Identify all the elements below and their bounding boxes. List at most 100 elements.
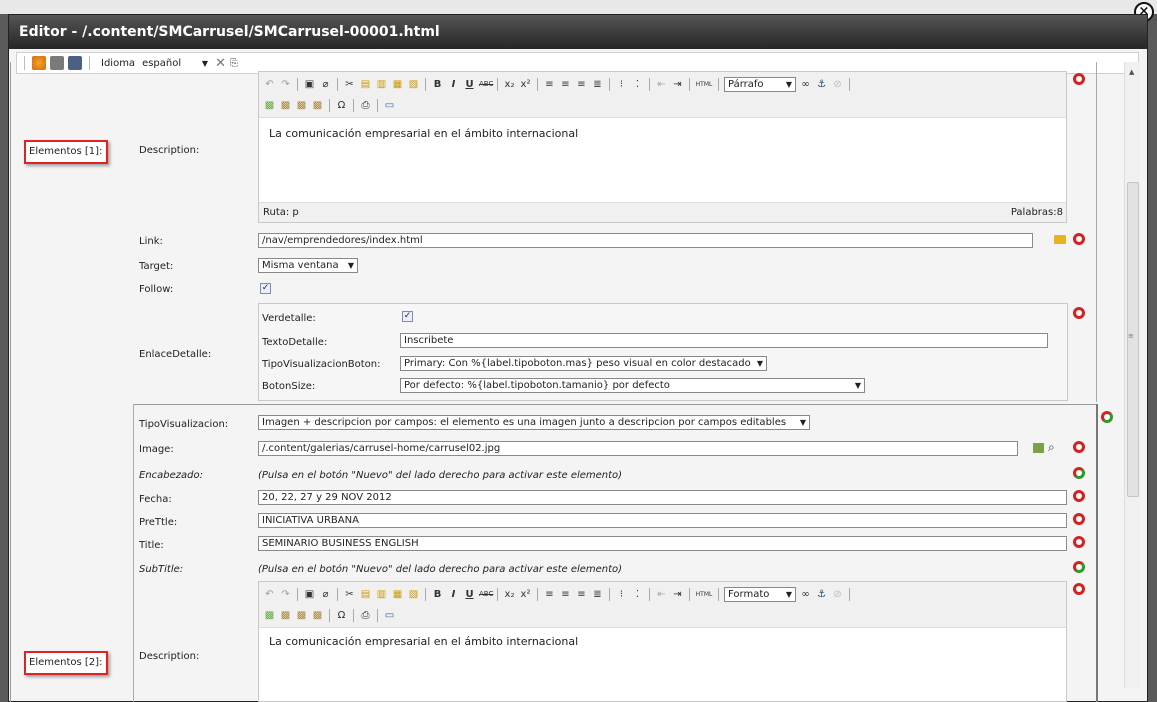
paste-word-icon[interactable]: ▧ <box>407 588 420 601</box>
image-icon[interactable]: ▩ <box>263 609 276 622</box>
link-icon[interactable]: ∞ <box>799 78 812 91</box>
gallery-icon[interactable]: ▩ <box>279 99 292 112</box>
encabezado-add-icon[interactable] <box>1073 467 1085 479</box>
table-gallery-icon[interactable]: ▩ <box>311 99 324 112</box>
select-all-icon[interactable]: ▣ <box>303 588 316 601</box>
align-left-icon[interactable]: ≡ <box>543 78 556 91</box>
outdent-icon[interactable]: ⇤ <box>655 588 668 601</box>
strikethrough-icon[interactable]: ABC <box>479 588 493 601</box>
image-input[interactable]: /.content/galerias/carrusel-home/carruse… <box>258 441 1018 456</box>
html-source-icon[interactable]: HTML <box>695 588 713 601</box>
image-icon[interactable]: ▩ <box>263 99 276 112</box>
image-remove-icon[interactable] <box>1073 441 1085 453</box>
align-right-icon[interactable]: ≡ <box>575 78 588 91</box>
align-justify-icon[interactable]: ≣ <box>591 588 604 601</box>
outdent-icon[interactable]: ⇤ <box>655 78 668 91</box>
bold-icon[interactable]: B <box>431 78 444 91</box>
numbered-list-icon[interactable]: ⁝ <box>615 588 628 601</box>
format-select[interactable]: Párrafo ▼ <box>724 76 796 92</box>
copy-icon[interactable]: ⎘ <box>230 58 238 69</box>
subtitle-add-icon[interactable] <box>1073 561 1085 573</box>
target-select[interactable]: Misma ventana ▼ <box>258 258 358 273</box>
subscript-icon[interactable]: x₂ <box>503 78 516 91</box>
textodetalle-input[interactable]: Inscribete <box>400 333 1048 348</box>
numbered-list-icon[interactable]: ⁝ <box>615 78 628 91</box>
enlace-detalle-remove-icon[interactable] <box>1073 307 1085 319</box>
cut-icon[interactable]: ✂ <box>343 588 356 601</box>
undo-icon[interactable]: ↶ <box>263 78 276 91</box>
copy-icon[interactable]: ▤ <box>359 588 372 601</box>
paste-text-icon[interactable]: ▦ <box>391 588 404 601</box>
follow-checkbox[interactable]: ✓ <box>260 283 271 294</box>
print-icon[interactable]: ⎙ <box>359 99 372 112</box>
clean-icon[interactable]: ⌀ <box>319 588 332 601</box>
redo-icon[interactable]: ↷ <box>279 588 292 601</box>
undo-icon[interactable]: ↶ <box>263 588 276 601</box>
unlink-icon[interactable]: ⊘ <box>831 78 844 91</box>
paste-icon[interactable]: ▥ <box>375 588 388 601</box>
clean-icon[interactable]: ⌀ <box>319 78 332 91</box>
link-icon[interactable]: ∞ <box>799 588 812 601</box>
maximize-icon[interactable]: ▭ <box>383 609 396 622</box>
folder-icon[interactable] <box>1054 235 1066 244</box>
element2-rich-editor[interactable]: ↶ ↷ ▣ ⌀ ✂ ▤ ▥ ▦ ▧ B I U ABC x₂ x² ≡ ≡ ≡ … <box>258 581 1067 702</box>
indent-icon[interactable]: ⇥ <box>671 78 684 91</box>
align-center-icon[interactable]: ≡ <box>559 78 572 91</box>
maximize-icon[interactable]: ▭ <box>383 99 396 112</box>
scroll-up-icon[interactable]: ▲ <box>1129 68 1134 76</box>
idioma-select[interactable]: español ▼ <box>139 56 211 71</box>
special-char-icon[interactable]: Ω <box>335 609 348 622</box>
align-center-icon[interactable]: ≡ <box>559 588 572 601</box>
vertical-scrollbar[interactable]: ▲ ≡ <box>1124 62 1140 688</box>
bullet-list-icon[interactable]: ⁚ <box>631 78 644 91</box>
fecha-input[interactable]: 20, 22, 27 y 29 NOV 2012 <box>258 490 1067 505</box>
paste-word-icon[interactable]: ▧ <box>407 78 420 91</box>
gallery-icon[interactable]: ▩ <box>279 609 292 622</box>
element2-description-remove-icon[interactable] <box>1073 583 1085 595</box>
element1-editor-text[interactable]: La comunicación empresarial en el ámbito… <box>269 127 578 140</box>
table-gallery-icon[interactable]: ▩ <box>311 609 324 622</box>
align-justify-icon[interactable]: ≣ <box>591 78 604 91</box>
search-icon[interactable]: ⌕ <box>1048 440 1055 455</box>
format-select[interactable]: Formato ▼ <box>724 586 796 602</box>
tipovis-select[interactable]: Imagen + descripcion por campos: el elem… <box>258 415 810 430</box>
cancel-x-icon[interactable]: ✕ <box>215 56 226 71</box>
underline-icon[interactable]: U <box>463 78 476 91</box>
copy-icon[interactable]: ▤ <box>359 78 372 91</box>
strikethrough-icon[interactable]: ABC <box>479 78 493 91</box>
bold-icon[interactable]: B <box>431 588 444 601</box>
print-icon[interactable]: ⎙ <box>359 609 372 622</box>
pretitle-remove-icon[interactable] <box>1073 513 1085 525</box>
align-right-icon[interactable]: ≡ <box>575 588 588 601</box>
italic-icon[interactable]: I <box>447 588 460 601</box>
download-gallery-icon[interactable]: ▩ <box>295 609 308 622</box>
element1-rich-editor[interactable]: ↶ ↷ ▣ ⌀ ✂ ▤ ▥ ▦ ▧ B I U ABC x₂ x² ≡ ≡ ≡ … <box>258 71 1067 223</box>
pretitle-input[interactable]: INICIATIVA URBANA <box>258 513 1067 528</box>
select-all-icon[interactable]: ▣ <box>303 78 316 91</box>
special-char-icon[interactable]: Ω <box>335 99 348 112</box>
title-remove-icon[interactable] <box>1073 536 1085 548</box>
bullet-list-icon[interactable]: ⁚ <box>631 588 644 601</box>
indent-icon[interactable]: ⇥ <box>671 588 684 601</box>
html-source-icon[interactable]: HTML <box>695 78 713 91</box>
paste-icon[interactable]: ▥ <box>375 78 388 91</box>
botonsize-select[interactable]: Por defecto: %{label.tipoboton.tamanio} … <box>400 378 865 393</box>
paste-text-icon[interactable]: ▦ <box>391 78 404 91</box>
underline-icon[interactable]: U <box>463 588 476 601</box>
subscript-icon[interactable]: x₂ <box>503 588 516 601</box>
italic-icon[interactable]: I <box>447 78 460 91</box>
verdetalle-checkbox[interactable]: ✓ <box>402 311 413 322</box>
superscript-icon[interactable]: x² <box>519 78 532 91</box>
title-input[interactable]: SEMINARIO BUSINESS ENGLISH <box>258 536 1067 551</box>
link-input[interactable]: /nav/emprendedores/index.html <box>258 233 1033 248</box>
gallery-icon[interactable] <box>1033 443 1044 453</box>
fecha-remove-icon[interactable] <box>1073 490 1085 502</box>
save-icon[interactable] <box>68 56 82 70</box>
element1-description-remove-icon[interactable] <box>1073 73 1085 85</box>
tipovisboton-select[interactable]: Primary: Con %{label.tipoboton.mas} peso… <box>400 356 767 371</box>
element2-add-icon[interactable] <box>1101 411 1113 423</box>
anchor-icon[interactable]: ⚓ <box>815 588 828 601</box>
align-left-icon[interactable]: ≡ <box>543 588 556 601</box>
link-remove-icon[interactable] <box>1073 233 1085 245</box>
redo-icon[interactable]: ↷ <box>279 78 292 91</box>
